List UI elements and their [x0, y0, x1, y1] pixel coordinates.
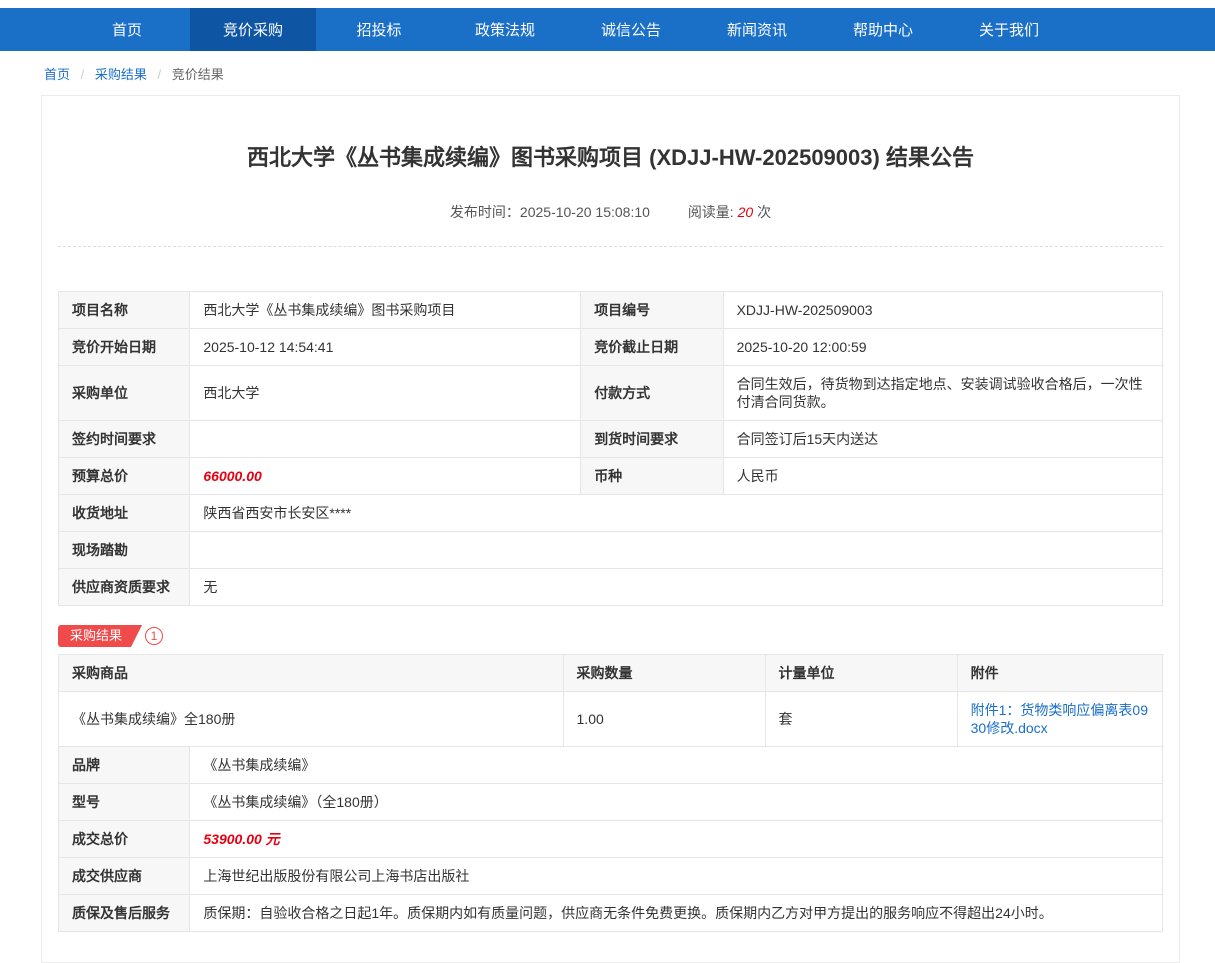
currency-value: 人民币: [723, 458, 1162, 495]
quantity-value: 1.00: [563, 692, 765, 747]
breadcrumb-separator: /: [81, 67, 85, 82]
project-name-label: 项目名称: [59, 292, 190, 329]
breadcrumb-procurement-results-link[interactable]: 采购结果: [95, 67, 147, 82]
brand-value: 《丛书集成续编》: [190, 747, 1163, 784]
attachment-link[interactable]: 附件1：货物类响应偏离表0930修改.docx: [971, 702, 1148, 736]
bid-start-value: 2025-10-12 14:54:41: [190, 329, 581, 366]
unit-value: 套: [765, 692, 957, 747]
nav-item-integrity-notice[interactable]: 诚信公告: [568, 8, 694, 51]
table-header-row: 采购商品 采购数量 计量单位 附件: [59, 655, 1163, 692]
views-count: 20: [738, 204, 754, 220]
table-row: 品牌 《丛书集成续编》: [59, 747, 1163, 784]
announcement-card: 西北大学《丛书集成续编》图书采购项目 (XDJJ-HW-202509003) 结…: [41, 95, 1180, 963]
attachment-cell: 附件1：货物类响应偏离表0930修改.docx: [957, 692, 1162, 747]
project-info-table: 项目名称 西北大学《丛书集成续编》图书采购项目 项目编号 XDJJ-HW-202…: [58, 291, 1163, 606]
currency-label: 币种: [581, 458, 723, 495]
publish-time-label: 发布时间：: [450, 204, 520, 220]
delivery-address-label: 收货地址: [59, 495, 190, 532]
table-row: 签约时间要求 到货时间要求 合同签订后15天内送达: [59, 421, 1163, 458]
budget-total-value: 66000.00: [190, 458, 581, 495]
project-number-label: 项目编号: [581, 292, 723, 329]
article-meta: 发布时间：2025-10-20 15:08:10 阅读量: 20 次: [58, 202, 1163, 222]
breadcrumb: 首页 / 采购结果 / 竞价结果: [0, 51, 1215, 93]
warranty-service-value: 质保期：自验收合格之日起1年。质保期内如有质量问题，供应商无条件免费更换。质保期…: [190, 895, 1163, 932]
table-row: 质保及售后服务 质保期：自验收合格之日起1年。质保期内如有质量问题，供应商无条件…: [59, 895, 1163, 932]
nav-item-tender[interactable]: 招投标: [316, 8, 442, 51]
winning-supplier-label: 成交供应商: [59, 858, 190, 895]
table-row: 成交总价 53900.00 元: [59, 821, 1163, 858]
project-number-value: XDJJ-HW-202509003: [723, 292, 1162, 329]
breadcrumb-separator: /: [158, 67, 162, 82]
unit-header: 计量单位: [765, 655, 957, 692]
bid-start-label: 竞价开始日期: [59, 329, 190, 366]
result-badge-row: 采购结果 1: [58, 624, 1163, 648]
nav-item-about-us[interactable]: 关于我们: [946, 8, 1072, 51]
table-row: 成交供应商 上海世纪出版股份有限公司上海书店出版社: [59, 858, 1163, 895]
deal-details-table: 品牌 《丛书集成续编》 型号 《丛书集成续编》（全180册） 成交总价 5390…: [58, 746, 1163, 932]
breadcrumb-current: 竞价结果: [172, 67, 224, 82]
product-name-header: 采购商品: [59, 655, 564, 692]
supplier-qualification-value: 无: [190, 569, 1163, 606]
nav-item-bidding-procurement[interactable]: 竞价采购: [190, 8, 316, 51]
table-row: 预算总价 66000.00 币种 人民币: [59, 458, 1163, 495]
table-row: 采购单位 西北大学 付款方式 合同生效后，待货物到达指定地点、安装调试验收合格后…: [59, 366, 1163, 421]
signing-time-value: [190, 421, 581, 458]
top-nav: 首页 竞价采购 招投标 政策法规 诚信公告 新闻资讯 帮助中心 关于我们: [0, 8, 1215, 51]
deal-price-label: 成交总价: [59, 821, 190, 858]
breadcrumb-home-link[interactable]: 首页: [44, 67, 70, 82]
deal-price-value: 53900.00 元: [190, 821, 1163, 858]
nav-item-news[interactable]: 新闻资讯: [694, 8, 820, 51]
winning-supplier-value: 上海世纪出版股份有限公司上海书店出版社: [190, 858, 1163, 895]
project-name-value: 西北大学《丛书集成续编》图书采购项目: [190, 292, 581, 329]
table-row: 项目名称 西北大学《丛书集成续编》图书采购项目 项目编号 XDJJ-HW-202…: [59, 292, 1163, 329]
page-title: 西北大学《丛书集成续编》图书采购项目 (XDJJ-HW-202509003) 结…: [68, 140, 1153, 172]
model-value: 《丛书集成续编》（全180册）: [190, 784, 1163, 821]
purchaser-label: 采购单位: [59, 366, 190, 421]
table-row: 供应商资质要求 无: [59, 569, 1163, 606]
payment-method-label: 付款方式: [581, 366, 723, 421]
nav-item-help-center[interactable]: 帮助中心: [820, 8, 946, 51]
table-row: 《丛书集成续编》全180册 1.00 套 附件1：货物类响应偏离表0930修改.…: [59, 692, 1163, 747]
nav-item-home[interactable]: 首页: [64, 8, 190, 51]
payment-method-value: 合同生效后，待货物到达指定地点、安装调试验收合格后，一次性付清合同货款。: [723, 366, 1162, 421]
delivery-address-value: 陕西省西安市长安区****: [190, 495, 1163, 532]
publish-time-value: 2025-10-20 15:08:10: [520, 204, 650, 220]
views-unit: 次: [757, 204, 771, 220]
supplier-qualification-label: 供应商资质要求: [59, 569, 190, 606]
table-row: 竞价开始日期 2025-10-12 14:54:41 竞价截止日期 2025-1…: [59, 329, 1163, 366]
product-name-value: 《丛书集成续编》全180册: [59, 692, 564, 747]
warranty-service-label: 质保及售后服务: [59, 895, 190, 932]
bid-end-value: 2025-10-20 12:00:59: [723, 329, 1162, 366]
bid-end-label: 竞价截止日期: [581, 329, 723, 366]
delivery-time-value: 合同签订后15天内送达: [723, 421, 1162, 458]
divider: [58, 246, 1163, 247]
table-row: 型号 《丛书集成续编》（全180册）: [59, 784, 1163, 821]
result-count-badge: 1: [145, 627, 163, 645]
quantity-header: 采购数量: [563, 655, 765, 692]
product-table: 采购商品 采购数量 计量单位 附件 《丛书集成续编》全180册 1.00 套 附…: [58, 654, 1163, 747]
signing-time-label: 签约时间要求: [59, 421, 190, 458]
delivery-time-label: 到货时间要求: [581, 421, 723, 458]
attachment-header: 附件: [957, 655, 1162, 692]
brand-label: 品牌: [59, 747, 190, 784]
model-label: 型号: [59, 784, 190, 821]
budget-total-label: 预算总价: [59, 458, 190, 495]
result-badge: 采购结果: [58, 625, 142, 647]
site-survey-label: 现场踏勘: [59, 532, 190, 569]
nav-item-policy-regulations[interactable]: 政策法规: [442, 8, 568, 51]
site-survey-value: [190, 532, 1163, 569]
purchaser-value: 西北大学: [190, 366, 581, 421]
table-row: 现场踏勘: [59, 532, 1163, 569]
views-label: 阅读量:: [688, 204, 734, 220]
table-row: 收货地址 陕西省西安市长安区****: [59, 495, 1163, 532]
